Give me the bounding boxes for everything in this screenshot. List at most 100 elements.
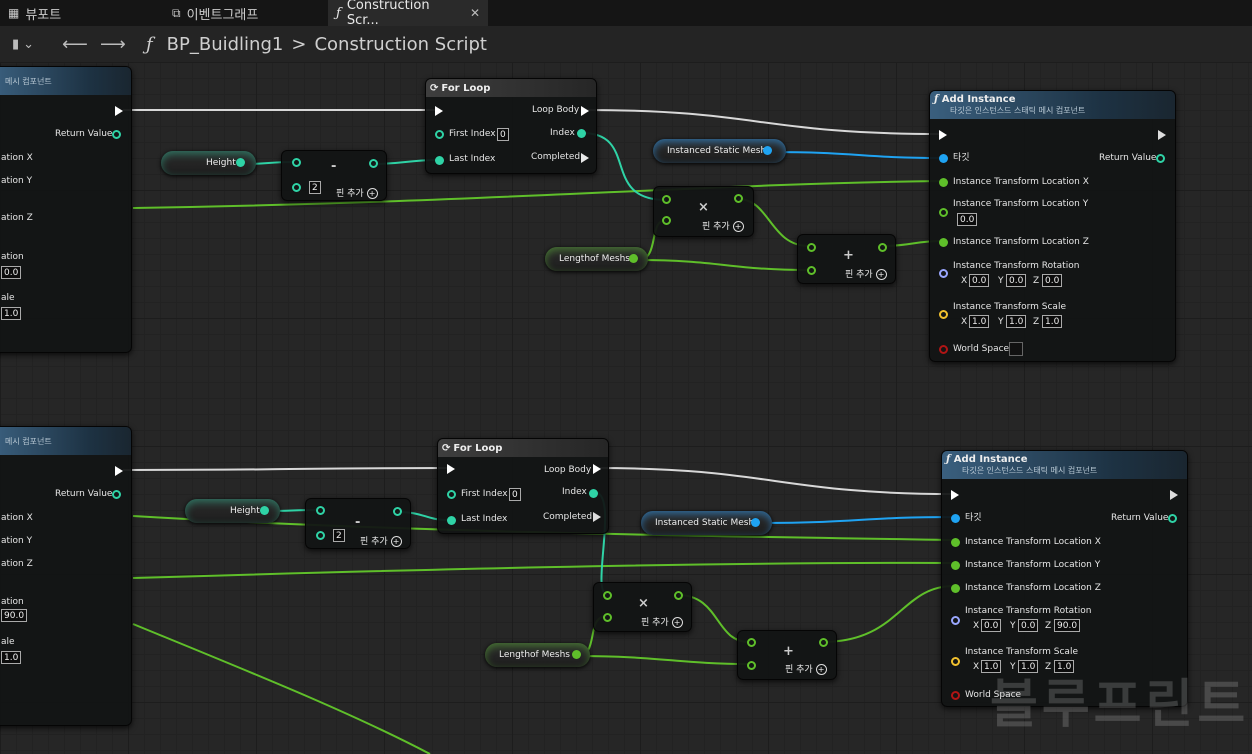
- subtract-out-pin[interactable]: [369, 159, 378, 168]
- multiply-in-a-pin[interactable]: [662, 195, 671, 204]
- value-field[interactable]: 1.0: [1, 651, 22, 664]
- index-pin[interactable]: [577, 129, 586, 138]
- partial-node-upper[interactable]: 메시 컴포넌트 Return Value ation X ation Y ati…: [0, 66, 132, 353]
- value-field[interactable]: 1.0: [1, 307, 22, 320]
- instanced-static-mesh-variable-lower[interactable]: Instanced Static Mesh: [641, 511, 772, 535]
- tab-event-graph[interactable]: ⧉ 이벤트그래프: [164, 0, 324, 26]
- rotation-y-field[interactable]: 0.0: [1006, 274, 1027, 287]
- target-pin[interactable]: [939, 154, 948, 163]
- add-in-b-pin[interactable]: [747, 661, 756, 670]
- multiply-in-b-pin[interactable]: [603, 613, 612, 622]
- partial-node-lower[interactable]: 메시 컴포넌트 Return Value ation X ation Y ati…: [0, 426, 132, 726]
- add-in-a-pin[interactable]: [807, 243, 816, 252]
- exec-in-pin[interactable]: [435, 106, 443, 116]
- add-pin-button[interactable]: 핀 추가 +: [845, 267, 887, 280]
- mesh-out-pin[interactable]: [751, 518, 760, 527]
- subtract-in-a-pin[interactable]: [316, 506, 325, 515]
- add-out-pin[interactable]: [819, 638, 828, 647]
- first-index-field[interactable]: 0: [509, 488, 521, 501]
- rotation-x-field[interactable]: 0.0: [969, 274, 990, 287]
- for-loop-node-upper[interactable]: ⟳ For Loop Loop Body First Index 0 Index…: [425, 78, 597, 174]
- target-pin[interactable]: [951, 514, 960, 523]
- subtract-node-upper[interactable]: 2 - 핀 추가 +: [281, 150, 387, 201]
- first-index-pin[interactable]: [435, 130, 444, 139]
- first-index-field[interactable]: 0: [497, 128, 509, 141]
- length-out-pin[interactable]: [629, 254, 638, 263]
- index-pin[interactable]: [589, 489, 598, 498]
- mesh-out-pin[interactable]: [763, 146, 772, 155]
- length-out-pin[interactable]: [572, 650, 581, 659]
- instanced-static-mesh-variable-upper[interactable]: Instanced Static Mesh: [653, 139, 786, 163]
- loc-x-pin[interactable]: [951, 538, 960, 547]
- add-node-lower[interactable]: + 핀 추가 +: [737, 630, 837, 680]
- exec-out-pin[interactable]: [115, 466, 123, 476]
- tab-viewport[interactable]: ▦ 뷰포트: [0, 0, 160, 26]
- close-icon[interactable]: ✕: [470, 6, 480, 20]
- for-loop-node-lower[interactable]: ⟳ For Loop Loop Body First Index 0 Index…: [437, 438, 609, 534]
- rotation-pin[interactable]: [951, 616, 960, 625]
- last-index-pin[interactable]: [435, 156, 444, 165]
- rotation-z-field[interactable]: 90.0: [1054, 619, 1081, 632]
- first-index-pin[interactable]: [447, 490, 456, 499]
- world-space-pin[interactable]: [951, 691, 960, 700]
- exec-out-pin[interactable]: [1170, 490, 1178, 500]
- add-node-upper[interactable]: + 핀 추가 +: [797, 234, 896, 284]
- completed-pin[interactable]: [593, 512, 601, 522]
- loop-body-pin[interactable]: [593, 464, 601, 474]
- exec-in-pin[interactable]: [447, 464, 455, 474]
- back-button[interactable]: ⟵: [62, 26, 88, 62]
- return-value-pin[interactable]: [1168, 514, 1177, 523]
- height-variable-lower[interactable]: Height: [185, 499, 280, 523]
- subtract-in-a-pin[interactable]: [292, 158, 301, 167]
- rotation-y-field[interactable]: 0.0: [1018, 619, 1039, 632]
- multiply-in-a-pin[interactable]: [603, 591, 612, 600]
- multiply-node-lower[interactable]: × 핀 추가 +: [593, 582, 692, 632]
- bookmark-dropdown[interactable]: ▮ ⌄: [12, 26, 34, 62]
- height-out-pin[interactable]: [260, 506, 269, 515]
- add-pin-button[interactable]: 핀 추가 +: [641, 615, 683, 628]
- scale-z-field[interactable]: 1.0: [1042, 315, 1063, 328]
- exec-in-pin[interactable]: [939, 130, 947, 140]
- add-in-a-pin[interactable]: [747, 638, 756, 647]
- return-value-pin[interactable]: [112, 130, 121, 139]
- loc-x-pin[interactable]: [939, 178, 948, 187]
- return-value-pin[interactable]: [1156, 154, 1165, 163]
- add-pin-button[interactable]: 핀 추가 +: [702, 219, 744, 232]
- loop-body-pin[interactable]: [581, 106, 589, 116]
- loc-z-pin[interactable]: [939, 238, 948, 247]
- add-instance-node-upper[interactable]: ƒ Add Instance 타깃은 인스턴스드 스태틱 메시 컴포넌트 타깃 …: [929, 90, 1176, 362]
- return-value-pin[interactable]: [112, 490, 121, 499]
- world-space-pin[interactable]: [939, 345, 948, 354]
- rotation-x-field[interactable]: 0.0: [981, 619, 1002, 632]
- loc-y-field[interactable]: 0.0: [957, 213, 978, 226]
- subtract-value-field[interactable]: 2: [333, 529, 345, 542]
- scale-y-field[interactable]: 1.0: [1006, 315, 1027, 328]
- tab-construction-script[interactable]: ƒ Construction Scr... ✕: [328, 0, 488, 28]
- add-out-pin[interactable]: [878, 243, 887, 252]
- subtract-out-pin[interactable]: [393, 507, 402, 516]
- world-space-checkbox[interactable]: [1009, 342, 1023, 356]
- add-pin-button[interactable]: 핀 추가 +: [360, 534, 402, 547]
- loc-z-pin[interactable]: [951, 584, 960, 593]
- exec-out-pin[interactable]: [1158, 130, 1166, 140]
- subtract-value-field[interactable]: 2: [309, 181, 321, 194]
- subtract-in-b-pin[interactable]: [292, 183, 301, 192]
- blueprint-graph[interactable]: 메시 컴포넌트 Return Value ation X ation Y ati…: [0, 62, 1252, 754]
- rotation-pin[interactable]: [939, 269, 948, 278]
- scale-x-field[interactable]: 1.0: [969, 315, 990, 328]
- breadcrumb-root[interactable]: BP_Buidling1: [167, 34, 284, 55]
- subtract-node-lower[interactable]: 2 - 핀 추가 +: [305, 498, 411, 549]
- completed-pin[interactable]: [581, 153, 589, 163]
- exec-in-pin[interactable]: [951, 490, 959, 500]
- height-variable-upper[interactable]: Height: [161, 151, 256, 175]
- length-of-meshs-variable-upper[interactable]: Lengthof Meshs: [545, 247, 648, 271]
- value-field[interactable]: 90.0: [1, 609, 28, 622]
- scale-pin[interactable]: [951, 657, 960, 666]
- add-in-b-pin[interactable]: [807, 266, 816, 275]
- add-pin-button[interactable]: 핀 추가 +: [336, 186, 378, 199]
- multiply-out-pin[interactable]: [674, 591, 683, 600]
- multiply-node-upper[interactable]: × 핀 추가 +: [653, 186, 754, 237]
- exec-out-pin[interactable]: [115, 106, 123, 116]
- multiply-in-b-pin[interactable]: [662, 216, 671, 225]
- last-index-pin[interactable]: [447, 516, 456, 525]
